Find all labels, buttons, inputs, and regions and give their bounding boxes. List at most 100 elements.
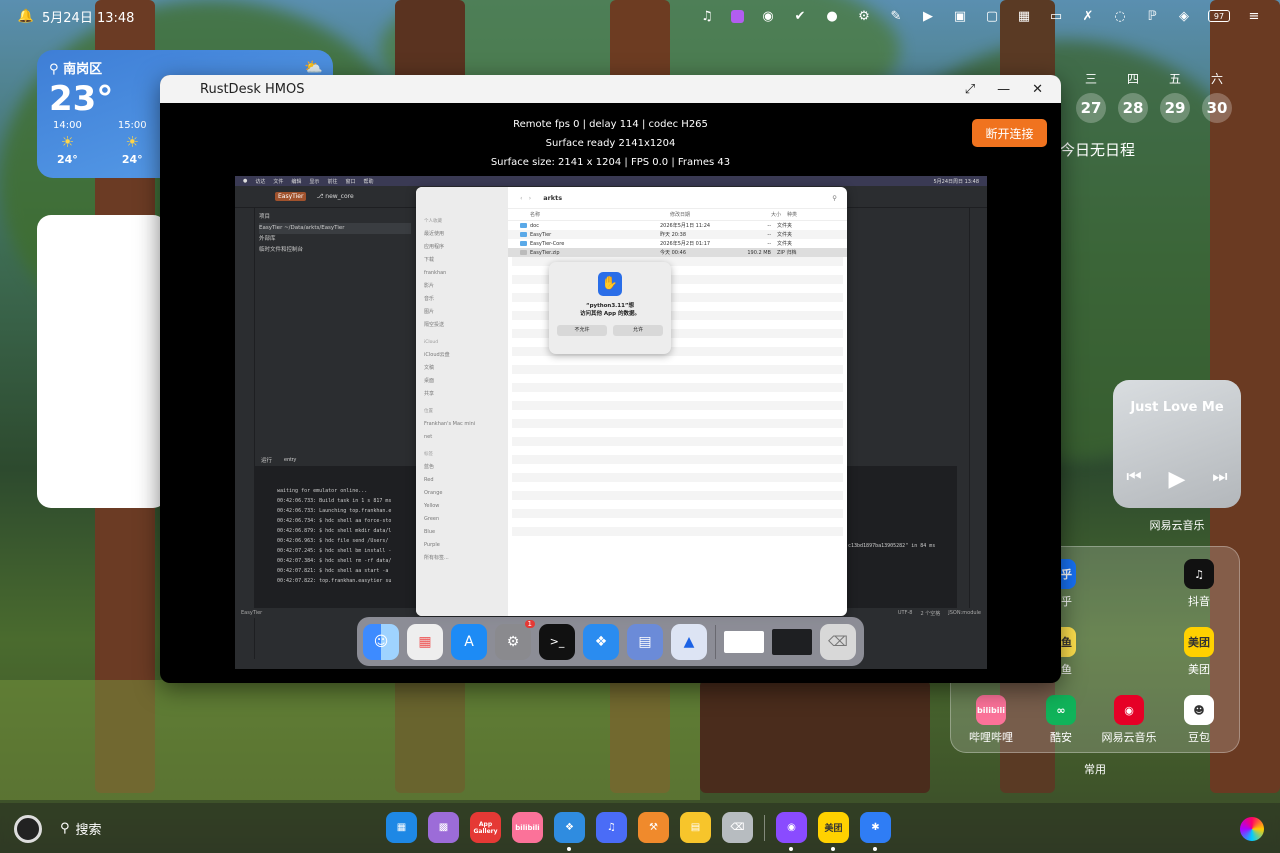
sidebar-item[interactable]: 文稿 [424,362,502,375]
app-meituan[interactable]: 美团 美团 [1169,627,1229,677]
column-size[interactable]: 大小 [745,211,787,218]
plugin-icon[interactable]: ✱ [860,812,891,851]
blank-widget-card[interactable] [37,215,167,508]
sidebar-item[interactable]: 影片 [424,280,502,293]
menubar-item[interactable]: 文件 [273,178,283,185]
app-doubao[interactable]: ☻ 豆包 [1169,695,1229,745]
status-encoding[interactable]: UTF-8 [898,610,913,617]
sidebar-tag[interactable]: Blue [424,526,502,539]
menubar-item[interactable]: 前往 [327,178,337,185]
tools-icon[interactable]: ⚒ [638,812,669,843]
system-settings-dock-icon[interactable]: ⚙ 1 [495,619,535,660]
file-row[interactable]: EasyTier.zip 今天 00:46 190.2 MB ZIP 归档 [508,248,847,257]
sidebar-item[interactable]: iCloud云盘 [424,349,502,362]
finder-dock-icon[interactable]: ☺ [363,623,399,660]
branch-selector[interactable]: ⎇ new_core [316,193,353,200]
launchpad-dock-icon[interactable]: ▦ [407,623,443,660]
deveco-dock-icon[interactable]: ▲ [671,623,707,660]
minimize-icon[interactable]: — [997,82,1010,97]
menubar-item[interactable]: 访达 [255,178,265,185]
back-icon[interactable]: ‹ [520,194,523,202]
entry-tab[interactable]: entry [284,457,296,463]
status-filetype[interactable]: JSON:module [948,610,981,617]
column-kind[interactable]: 种类 [787,211,827,218]
tree-item[interactable]: EasyTier ~/Data/arkts/EasyTier [259,223,411,234]
ide-window-thumbnail[interactable] [772,628,812,655]
forward-icon[interactable]: › [529,194,532,202]
remote-screen[interactable]: ● 访达 文件 编辑 显示 前往 窗口 帮助 5月24日周日 13:48 Eas… [235,176,987,669]
calendar-day[interactable]: 29 [1154,93,1196,123]
menubar-item[interactable]: 显示 [309,178,319,185]
sidebar-tag[interactable]: Red [424,474,502,487]
rustdesk-taskbar-icon[interactable]: ◉ [776,812,807,851]
sidebar-tag[interactable]: 所有标签... [424,552,502,565]
calendar-day[interactable]: 30 [1196,93,1238,123]
sidebar-item[interactable]: 桌面 [424,375,502,388]
browser-icon[interactable]: ❖ [554,812,585,851]
notification-bell-icon[interactable]: 🔔 [18,8,34,24]
multi-window-icon[interactable]: ▩ [428,812,459,843]
utility-dock-icon[interactable]: ▤ [627,623,663,660]
ide-project-selector[interactable]: EasyTier [275,192,307,201]
app-bilibili[interactable]: bilibili 哔哩哔哩 [961,695,1021,745]
music-widget[interactable]: Just Love Me ⏮ ▶ ⏭ [1113,380,1241,508]
menubar-item[interactable]: 编辑 [291,178,301,185]
tree-item[interactable]: 外部库 [259,234,411,245]
rustdesk-titlebar[interactable]: RustDesk HMOS ⤢ — ✕ [160,75,1061,103]
meituan-taskbar-icon[interactable]: 美团 [818,812,849,851]
calendar-day[interactable]: 27 [1070,93,1112,123]
sidebar-tag[interactable]: Green [424,513,502,526]
music-app-icon[interactable]: ♫ [596,812,627,843]
deny-button[interactable]: 不允许 [557,325,607,336]
close-icon[interactable]: ✕ [1032,82,1043,97]
play-icon[interactable]: ▶ [1169,467,1186,492]
assistant-orb-icon[interactable] [1240,817,1264,841]
sidebar-item[interactable]: 图片 [424,306,502,319]
sidebar-item[interactable]: 最近使用 [424,228,502,241]
tree-item[interactable]: 临时文件和控制台 [259,245,411,256]
search-icon[interactable]: ⚲ [832,194,837,202]
app-gallery-icon[interactable]: App Gallery [470,812,501,843]
terminal-dock-icon[interactable]: >_ [539,623,575,660]
sidebar-item[interactable]: 隔空投送 [424,319,502,332]
file-row[interactable]: EasyTier-Core 2026年5月2日 01:17 -- 文件夹 [508,239,847,248]
file-row[interactable]: EasyTier 昨天 20:38 -- 文件夹 [508,230,847,239]
sidebar-item[interactable]: 音乐 [424,293,502,306]
control-center-icon[interactable]: ≡ [1246,8,1262,24]
disconnect-button[interactable]: 断开连接 [972,119,1047,147]
app-store-dock-icon[interactable]: A [451,623,487,660]
home-ring-icon[interactable] [14,815,42,843]
trash-dock-icon[interactable]: ⌫ [820,623,856,660]
status-indent[interactable]: 2 个空格 [920,610,940,617]
sidebar-item[interactable]: Frankhan's Mac mini [424,418,502,431]
fullscreen-icon[interactable]: ⤢ [965,82,975,97]
recent-window-thumbnail[interactable] [724,630,764,653]
allow-button[interactable]: 允许 [613,325,663,336]
notes-icon[interactable]: ▤ [680,812,711,843]
menubar-item[interactable]: 窗口 [345,178,355,185]
app-center-icon[interactable]: ▦ [386,812,417,843]
column-name[interactable]: 名称 [530,211,670,218]
previous-track-icon[interactable]: ⏮ [1126,467,1141,492]
file-row[interactable]: doc 2026年5月1日 11:24 -- 文件夹 [508,221,847,230]
app-douyin[interactable]: ♫ 抖音 [1169,559,1229,609]
sidebar-item[interactable]: net [424,431,502,444]
sidebar-item[interactable]: frankhan [424,267,502,280]
run-tab[interactable]: 运行 [261,456,272,464]
sidebar-tag[interactable]: 蓝色 [424,461,502,474]
taskbar-search[interactable]: ⚲ 搜索 [60,819,102,838]
app-netease-music[interactable]: ◉ 网易云音乐 [1099,695,1159,745]
safari-dock-icon[interactable]: ❖ [583,623,619,660]
calendar-day[interactable]: 28 [1112,93,1154,123]
calendar-widget[interactable]: 三 四 五 六 27 28 29 30 今日无日程 [1060,70,1270,160]
bilibili-taskbar-icon[interactable]: bilibili [512,812,543,843]
menubar-item[interactable]: 帮助 [363,178,373,185]
app-kuan[interactable]: ∞ 酷安 [1031,695,1091,745]
sidebar-tag[interactable]: Orange [424,487,502,500]
sidebar-tag[interactable]: Purple [424,539,502,552]
sidebar-tag[interactable]: Yellow [424,500,502,513]
sidebar-item[interactable]: 下载 [424,254,502,267]
column-date[interactable]: 修改日期 [670,211,745,218]
next-track-icon[interactable]: ⏭ [1212,467,1227,492]
sidebar-item[interactable]: 应用程序 [424,241,502,254]
